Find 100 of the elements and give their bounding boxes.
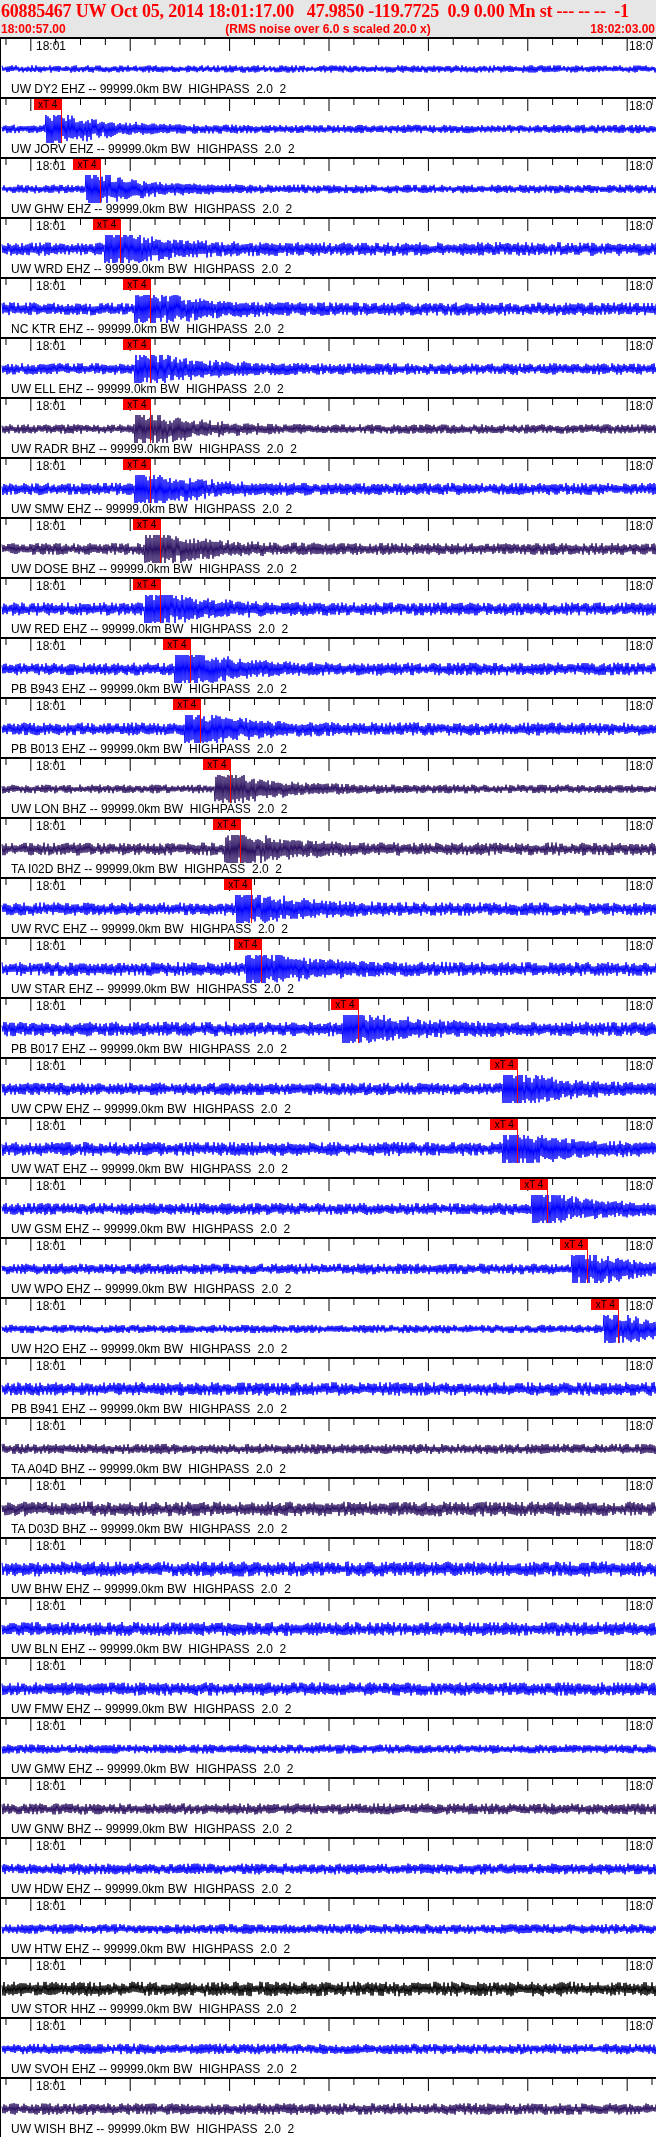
pick-tag: xT 4 [223,879,252,890]
trace-label: UW RVC EHZ -- 99999.0km BW HIGHPASS 2.0 2 [11,923,288,936]
time-label: 18:01 [36,580,67,593]
pick-tag: xT 4 [212,819,241,830]
trace-label: UW GHW EHZ -- 99999.0km BW HIGHPASS 2.0 2 [11,203,293,216]
trace-label: PB B017 EHZ -- 99999.0km BW HIGHPASS 2.0 2 [11,1043,287,1056]
time-label: 18:0 [629,1600,653,1613]
trace-label: PB B013 EHZ -- 99999.0km BW HIGHPASS 2.0 2 [11,743,287,756]
time-label: 18:01 [36,520,67,533]
time-label: 18:01 [36,1780,67,1793]
time-label: 18:0 [629,400,653,413]
trace-label: UW H2O EHZ -- 99999.0km BW HIGHPASS 2.0 2 [11,1343,288,1356]
time-label: 18:0 [629,1720,653,1733]
pick-tag: xT 4 [132,519,161,530]
pick-tag: xT 4 [330,999,359,1010]
time-label: 18:01 [36,1060,67,1073]
time-label: 18:01 [36,760,67,773]
time-label: 18:01 [36,1840,67,1853]
time-label: 18:0 [629,1540,653,1553]
trace-label: UW RADR BHZ -- 99999.0km BW HIGHPASS 2.0 2 [11,443,297,456]
time-label: 18:01 [36,160,67,173]
time-label: 18:01 [36,1000,67,1013]
time-label: 18:01 [36,820,67,833]
time-label: 18:01 [36,700,67,713]
pick-tag: xT 4 [559,1239,588,1250]
trace-label: UW BLN EHZ -- 99999.0km BW HIGHPASS 2.0 2 [11,1643,287,1656]
time-label: 18:0 [629,1960,653,1973]
time-label: 18:0 [629,940,653,953]
time-label: 18:01 [36,940,67,953]
time-label: 18:0 [629,1060,653,1073]
pick-tag: xT 4 [519,1179,548,1190]
time-label: 18:01 [36,1480,67,1493]
time-label: 18:0 [629,40,653,53]
pick-tag: xT 4 [172,699,201,710]
pick-tag: xT 4 [92,219,121,230]
time-label: 18:01 [36,640,67,653]
noise-note: (RMS noise over 6.0 s scaled 20.0 x) [225,22,431,36]
trace-label: UW LON BHZ -- 99999.0km BW HIGHPASS 2.0 2 [11,803,288,816]
trace-label: UW WPO EHZ -- 99999.0km BW HIGHPASS 2.0 2 [11,1283,292,1296]
time-label: 18:0 [629,760,653,773]
time-label: 18:0 [629,1120,653,1133]
time-label: 18:0 [629,1420,653,1433]
end-time: 18:02:03.00 [590,22,655,36]
time-label: 18:01 [36,2020,67,2033]
time-label: 18:01 [36,340,67,353]
trace-label: UW SMW EHZ -- 99999.0km BW HIGHPASS 2.0 2 [11,503,293,516]
time-label: 18:0 [629,1300,653,1313]
pick-tag: xT 4 [122,399,151,410]
trace-label: UW WRD EHZ -- 99999.0km BW HIGHPASS 2.0 2 [11,263,292,276]
time-label: 18:01 [36,220,67,233]
pick-tag: xT 4 [490,1059,519,1070]
pick-tag: xT 4 [122,339,151,350]
trace-label: PB B941 EHZ -- 99999.0km BW HIGHPASS 2.0 2 [11,1403,287,1416]
time-label: 18:0 [629,640,653,653]
time-label: 18:0 [629,340,653,353]
pick-tag: xT 4 [122,459,151,470]
pick-tag: xT 4 [132,579,161,590]
time-label: 18:0 [629,1660,653,1673]
trace-label: UW SVOH EHZ -- 99999.0km BW HIGHPASS 2.0 2 [11,2063,297,2076]
trace-label: TA I02D BHZ -- 99999.0km BW HIGHPASS 2.0 2 [11,863,282,876]
time-label: 18:01 [36,1300,67,1313]
event-title: 60885467 UW Oct 05, 2014 18:01:17.00 47.9850 -119.7725 0.9 0.00 Mn st --- -- -- -1 [1,0,630,22]
time-label: 18:0 [629,700,653,713]
time-label: 18:0 [629,1780,653,1793]
pick-tag: xT 4 [591,1299,620,1310]
time-label: 18:0 [629,2020,653,2033]
trace-label: NC KTR EHZ -- 99999.0km BW HIGHPASS 2.0 2 [11,323,285,336]
pick-tag: xT 4 [33,99,62,110]
time-label: 18:0 [629,1840,653,1853]
pick-tag: xT 4 [202,759,231,770]
time-label: 18:01 [36,1600,67,1613]
time-label: 18:0 [629,160,653,173]
trace-label: UW GMW EHZ -- 99999.0km BW HIGHPASS 2.0 2 [11,1763,294,1776]
time-label: 18:0 [629,880,653,893]
time-label: 18:01 [36,1240,67,1253]
time-label: 18:0 [629,1000,653,1013]
time-label: 18:01 [36,1960,67,1973]
trace-label: TA D03D BHZ -- 99999.0km BW HIGHPASS 2.0 2 [11,1523,288,1536]
trace-label: UW BHW EHZ -- 99999.0km BW HIGHPASS 2.0 2 [11,1583,291,1596]
time-label: 18:0 [629,1240,653,1253]
trace-label: UW FMW EHZ -- 99999.0km BW HIGHPASS 2.0 2 [11,1703,292,1716]
time-label: 18:0 [629,820,653,833]
time-label: 18:01 [36,1120,67,1133]
time-label: 18:01 [36,1180,67,1193]
trace-label: UW HTW EHZ -- 99999.0km BW HIGHPASS 2.0 2 [11,1943,291,1956]
time-label: 18:01 [36,1360,67,1373]
pick-tag: xT 4 [233,939,262,950]
time-label: 18:01 [36,460,67,473]
trace-label: UW GSM EHZ -- 99999.0km BW HIGHPASS 2.0 2 [11,1223,291,1236]
trace-label: UW WISH BHZ -- 99999.0km BW HIGHPASS 2.0 2 [11,2123,295,2136]
time-label: 18:0 [629,280,653,293]
time-label: 18:0 [629,580,653,593]
time-label: 18:01 [36,400,67,413]
time-label: 18:01 [36,2080,67,2093]
trace-label: UW STAR EHZ -- 99999.0km BW HIGHPASS 2.0 2 [11,983,294,996]
pick-tag: xT 4 [73,159,102,170]
time-label: 18:0 [629,460,653,473]
time-label: 18:0 [629,1180,653,1193]
time-label: 18:01 [36,880,67,893]
trace-label: UW RED EHZ -- 99999.0km BW HIGHPASS 2.0 2 [11,623,289,636]
